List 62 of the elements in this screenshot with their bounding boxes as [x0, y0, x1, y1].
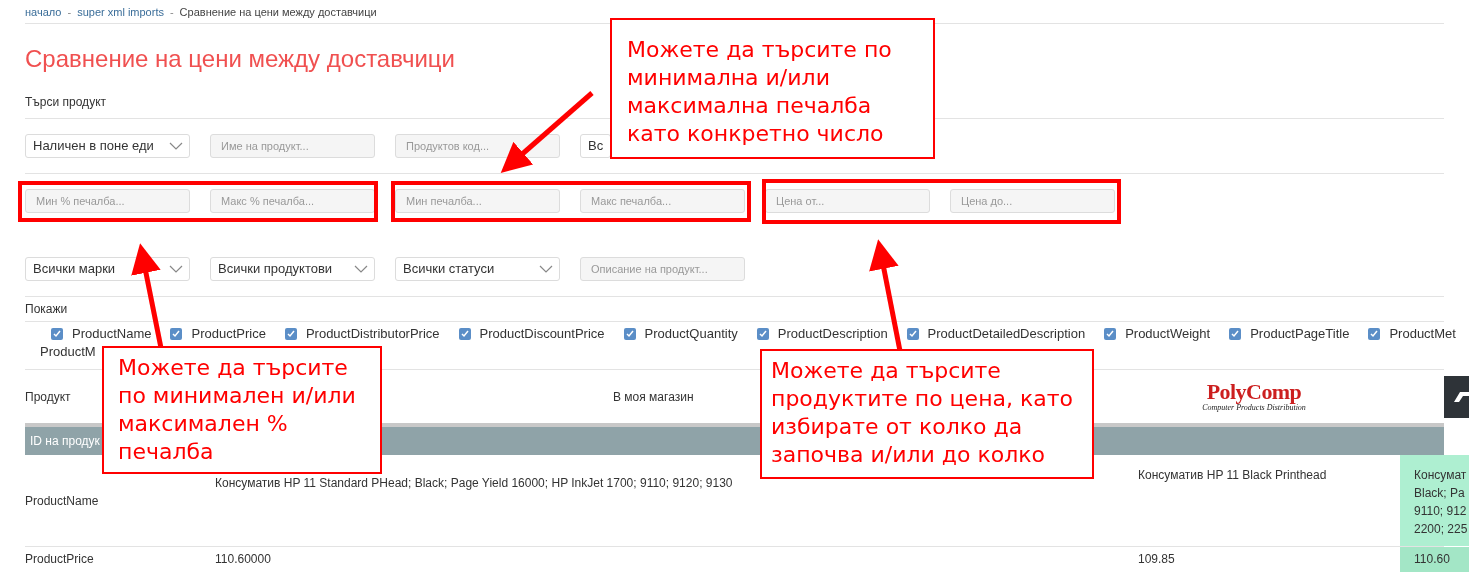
column-checkbox[interactable]: ProductDistributorPrice [284, 324, 440, 344]
supplier-logo: PolyComp Computer Products Distribution [1201, 381, 1307, 412]
row-label: ProductName [25, 493, 99, 508]
input-field[interactable]: Име на продукт... [210, 134, 375, 158]
input-field[interactable]: Продуктов код... [395, 134, 560, 158]
table-cell: 110.60 [1400, 547, 1469, 572]
dropdown[interactable]: Наличен в поне еди [25, 134, 190, 158]
table-cell: Консуматив HP 11 Standard PHead; Black; Page Yield 16000; HP InkJet 1700; 9110; 9120; 9130 [215, 476, 733, 490]
column-label: ProductM [40, 344, 96, 359]
page-title: Сравнение на цени между доставчици [25, 44, 455, 74]
chevron-down-icon [354, 265, 368, 273]
column-header: Продукт [25, 389, 71, 404]
chevron-down-icon [169, 265, 183, 273]
group-header-label: ID на продук [30, 433, 100, 449]
dropdown[interactable]: Всички статуси [395, 257, 560, 281]
checkbox[interactable] [284, 328, 297, 340]
table-cell: Консумат Black; Pa 9110; 912 2200; 225 [1400, 455, 1469, 546]
checkbox[interactable] [1229, 328, 1242, 340]
checkbox[interactable] [1368, 328, 1381, 340]
section-label: Покажи [25, 302, 68, 316]
checkbox[interactable] [1104, 328, 1117, 340]
dropdown[interactable]: Всички марки [25, 257, 190, 281]
column-checkbox[interactable]: ProductName [51, 324, 152, 344]
chevron-down-icon [539, 265, 553, 273]
column-checkbox[interactable]: ProductPageTitle [1229, 324, 1350, 344]
table-cell: 109.85 [1138, 552, 1175, 566]
input-field[interactable]: Цена от... [765, 189, 930, 213]
section-label: Търси продукт [25, 95, 106, 109]
checkbox[interactable] [906, 328, 919, 340]
input-field[interactable]: Мин печалба... [395, 189, 560, 213]
input-field[interactable]: Макс печалба... [580, 189, 745, 213]
callout-note: Можете да търсите продуктите по цена, като избирате от колко да започва и/или до колко [760, 349, 1094, 479]
input-field[interactable]: Цена до... [950, 189, 1115, 213]
column-checkbox[interactable]: ProductWeight [1104, 324, 1211, 344]
input-field[interactable]: Мин % печалба... [25, 189, 190, 213]
checkbox[interactable] [623, 328, 636, 340]
breadcrumb-current: Сравнение на цени между доставчици [179, 4, 377, 20]
column-checkbox[interactable]: ProductPrice [170, 324, 266, 344]
dropdown[interactable]: Всички продуктови [210, 257, 375, 281]
checkbox[interactable] [756, 328, 769, 340]
breadcrumb-separator: - [67, 4, 72, 20]
checkbox[interactable] [170, 328, 183, 340]
callout-note: Можете да търсите по минимален и/или максимален % печалба [102, 346, 382, 474]
breadcrumb-separator: - [169, 4, 174, 20]
table-cell: 110.60000 [215, 552, 271, 566]
column-checkbox[interactable]: ProductMet [1368, 324, 1456, 344]
input-field[interactable]: Макс % печалба... [210, 189, 375, 213]
table-cell: Консуматив HP 11 Black Printhead [1138, 468, 1327, 482]
column-checkbox[interactable]: ProductDetailedDescription [906, 324, 1086, 344]
column-checkbox[interactable]: ProductDiscountPrice [458, 324, 605, 344]
dropdown[interactable]: Вс [580, 134, 611, 158]
breadcrumb-link[interactable]: super xml imports [77, 3, 164, 20]
column-checkbox[interactable]: ProductQuantity [623, 324, 738, 344]
chevron-down-icon [169, 142, 183, 150]
row-label: ProductPrice [25, 552, 94, 566]
breadcrumb-link[interactable]: начало [25, 3, 62, 20]
column-header: В моя магазин [613, 389, 694, 404]
column-checkbox[interactable]: ProductDescription [756, 324, 888, 344]
checkbox[interactable] [51, 328, 63, 340]
input-field[interactable]: Описание на продукт... [580, 257, 745, 281]
checkbox[interactable] [458, 328, 471, 340]
callout-note: Можете да търсите по минимална и/или максимална печалба като конкретно число [610, 18, 935, 159]
